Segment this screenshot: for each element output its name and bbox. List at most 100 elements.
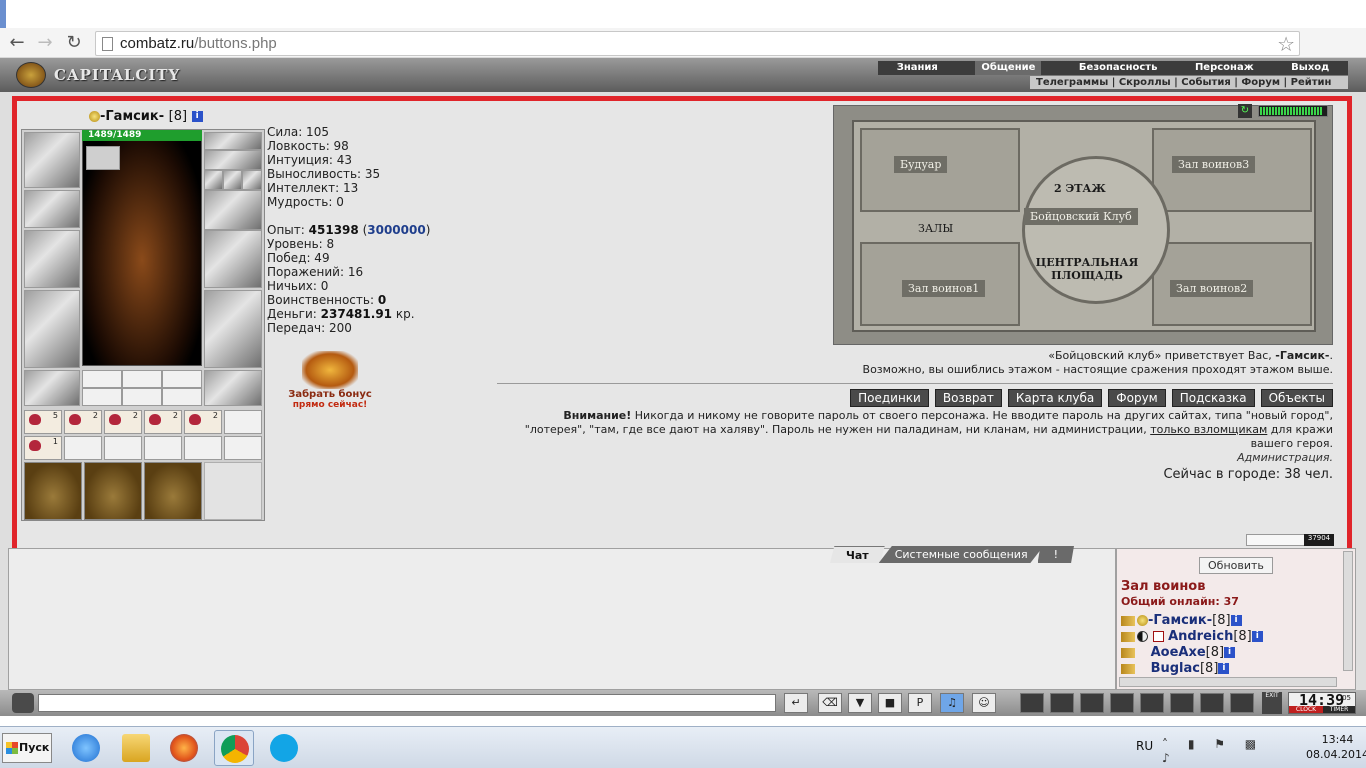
gloves-slot[interactable] [204,190,262,230]
start-button[interactable]: Пуск [2,733,52,763]
user-row[interactable]: AoeAxe[8] i [1121,645,1263,661]
refresh-icon[interactable]: ↻ [1238,104,1252,118]
scroll-item[interactable]: 2 [184,410,222,434]
filter-icon[interactable]: ▼ [848,693,872,713]
empty-slot[interactable] [82,388,122,406]
ring-slot-3[interactable] [242,170,262,190]
private-icon[interactable]: P [908,693,932,713]
back-icon[interactable]: ← [6,32,28,54]
people-icon[interactable] [1080,693,1104,713]
scroll-item[interactable]: 1 [24,436,62,460]
scroll-icon[interactable] [1050,693,1074,713]
info-icon[interactable]: i [1230,615,1242,626]
refresh-users-button[interactable]: Обновить [1199,557,1273,574]
private-message-icon[interactable] [1121,615,1135,626]
menu-security[interactable]: Безопасность [1079,61,1158,75]
house-icon[interactable] [1170,693,1194,713]
reload-icon[interactable]: ↻ [63,32,85,54]
exit-icon[interactable]: EXIT [1262,692,1282,714]
empty-scroll-slot[interactable] [224,436,262,460]
bag-item[interactable] [24,462,82,520]
scroll-item[interactable]: 2 [104,410,142,434]
tab-important[interactable]: ! [1037,546,1074,563]
info-icon[interactable]: i [1251,631,1263,642]
forum-button[interactable]: Форум [1108,389,1166,407]
info-icon[interactable]: i [1218,663,1230,674]
info-icon[interactable]: i [1224,647,1236,658]
chat-input[interactable] [38,694,776,712]
exp-next-link[interactable]: 3000000 [367,223,425,237]
talk-icon[interactable] [12,693,34,713]
demon-icon[interactable] [1200,693,1224,713]
empty-scroll-slot[interactable] [64,436,102,460]
horizontal-scrollbar[interactable] [1119,677,1337,687]
weapon-right-slot[interactable] [204,230,262,288]
banner-hall1[interactable]: Зал воинов1 [902,280,986,297]
vertical-scrollbar[interactable] [1343,551,1353,671]
eraser-icon[interactable]: ⌫ [818,693,842,713]
empty-slot[interactable] [162,370,202,388]
empty-bag-slot[interactable] [204,462,262,520]
hint-button[interactable]: Подсказка [1171,389,1255,407]
camera-icon[interactable] [86,146,120,170]
bracers-slot[interactable] [24,190,80,228]
boots-slot[interactable] [204,370,262,406]
tab-system-messages[interactable]: Системные сообщения [878,546,1044,563]
hackers-link[interactable]: только взломщикам [1150,423,1267,436]
character-name[interactable]: -Гамсик- [8] i [89,109,203,124]
belt-slot[interactable] [24,370,80,406]
plaza-label[interactable]: ЦЕНТРАЛЬНАЯ ПЛОЩАДЬ [1032,256,1142,282]
pants-slot[interactable] [204,290,262,368]
chat-window[interactable] [8,548,1116,690]
helmet-slot[interactable] [24,132,80,188]
bag-item[interactable] [84,462,142,520]
empty-scroll-slot[interactable] [224,410,262,434]
crown-icon[interactable] [1140,693,1164,713]
armor-slot[interactable] [24,290,80,368]
weapon-left-slot[interactable] [24,230,80,288]
tab-edge[interactable] [0,0,6,28]
ring-slot-1[interactable] [204,170,223,190]
sound-icon[interactable]: ♫ [940,693,964,713]
scroll-item[interactable]: 2 [64,410,102,434]
tab-chat[interactable]: Чат [830,546,885,563]
amulet-slot[interactable] [204,150,262,170]
menu-communication[interactable]: Общение [975,61,1042,75]
save-icon[interactable]: ■ [878,693,902,713]
send-icon[interactable]: ↵ [784,693,808,713]
address-bar[interactable]: combatz.ru/buttons.php ☆ [95,31,1300,56]
file-explorer-icon[interactable] [116,730,156,766]
forward-icon[interactable]: → [34,32,56,54]
taskbar-clock[interactable]: 13:44 08.04.2014 [1306,732,1366,762]
info-icon[interactable]: i [191,111,203,122]
empty-slot[interactable] [122,388,162,406]
bonus-chest-button[interactable]: Забрать бонус прямо сейчас! [279,351,381,421]
skype-icon[interactable] [264,730,304,766]
private-message-icon[interactable] [1121,631,1135,642]
club-map-button[interactable]: Карта клуба [1007,389,1103,407]
banner-hall2[interactable]: Зал воинов2 [1170,280,1254,297]
empty-scroll-slot[interactable] [144,436,182,460]
empty-slot[interactable] [122,370,162,388]
coin-icon[interactable] [1110,693,1134,713]
menu-exit[interactable]: Выход [1291,61,1329,75]
earrings-slot[interactable] [204,132,262,150]
user-row[interactable]: Buglac[8] i [1121,661,1263,677]
firefox-icon[interactable] [164,730,204,766]
empty-slot[interactable] [82,370,122,388]
private-message-icon[interactable] [1121,647,1135,658]
objects-button[interactable]: Объекты [1260,389,1333,407]
user-row[interactable]: Andreich[8] i [1121,629,1263,645]
smiley-icon[interactable]: ☺ [972,693,996,713]
scroll-item[interactable]: 2 [144,410,182,434]
menu-character[interactable]: Персонаж [1195,61,1254,75]
internet-explorer-icon[interactable] [66,730,106,766]
banner-club[interactable]: Бойцовский Клуб [1024,208,1138,225]
empty-slot[interactable] [162,388,202,406]
banner-boudoir[interactable]: Будуар [894,156,948,173]
sub-menu[interactable]: Телеграммы | Скроллы | События | Форум |… [1030,76,1348,89]
banner-hall3[interactable]: Зал воинов3 [1172,156,1256,173]
chrome-icon[interactable] [214,730,254,766]
user-row[interactable]: -Гамсик-[8] i [1121,613,1263,629]
menu-knowledge[interactable]: Знания [897,61,938,75]
